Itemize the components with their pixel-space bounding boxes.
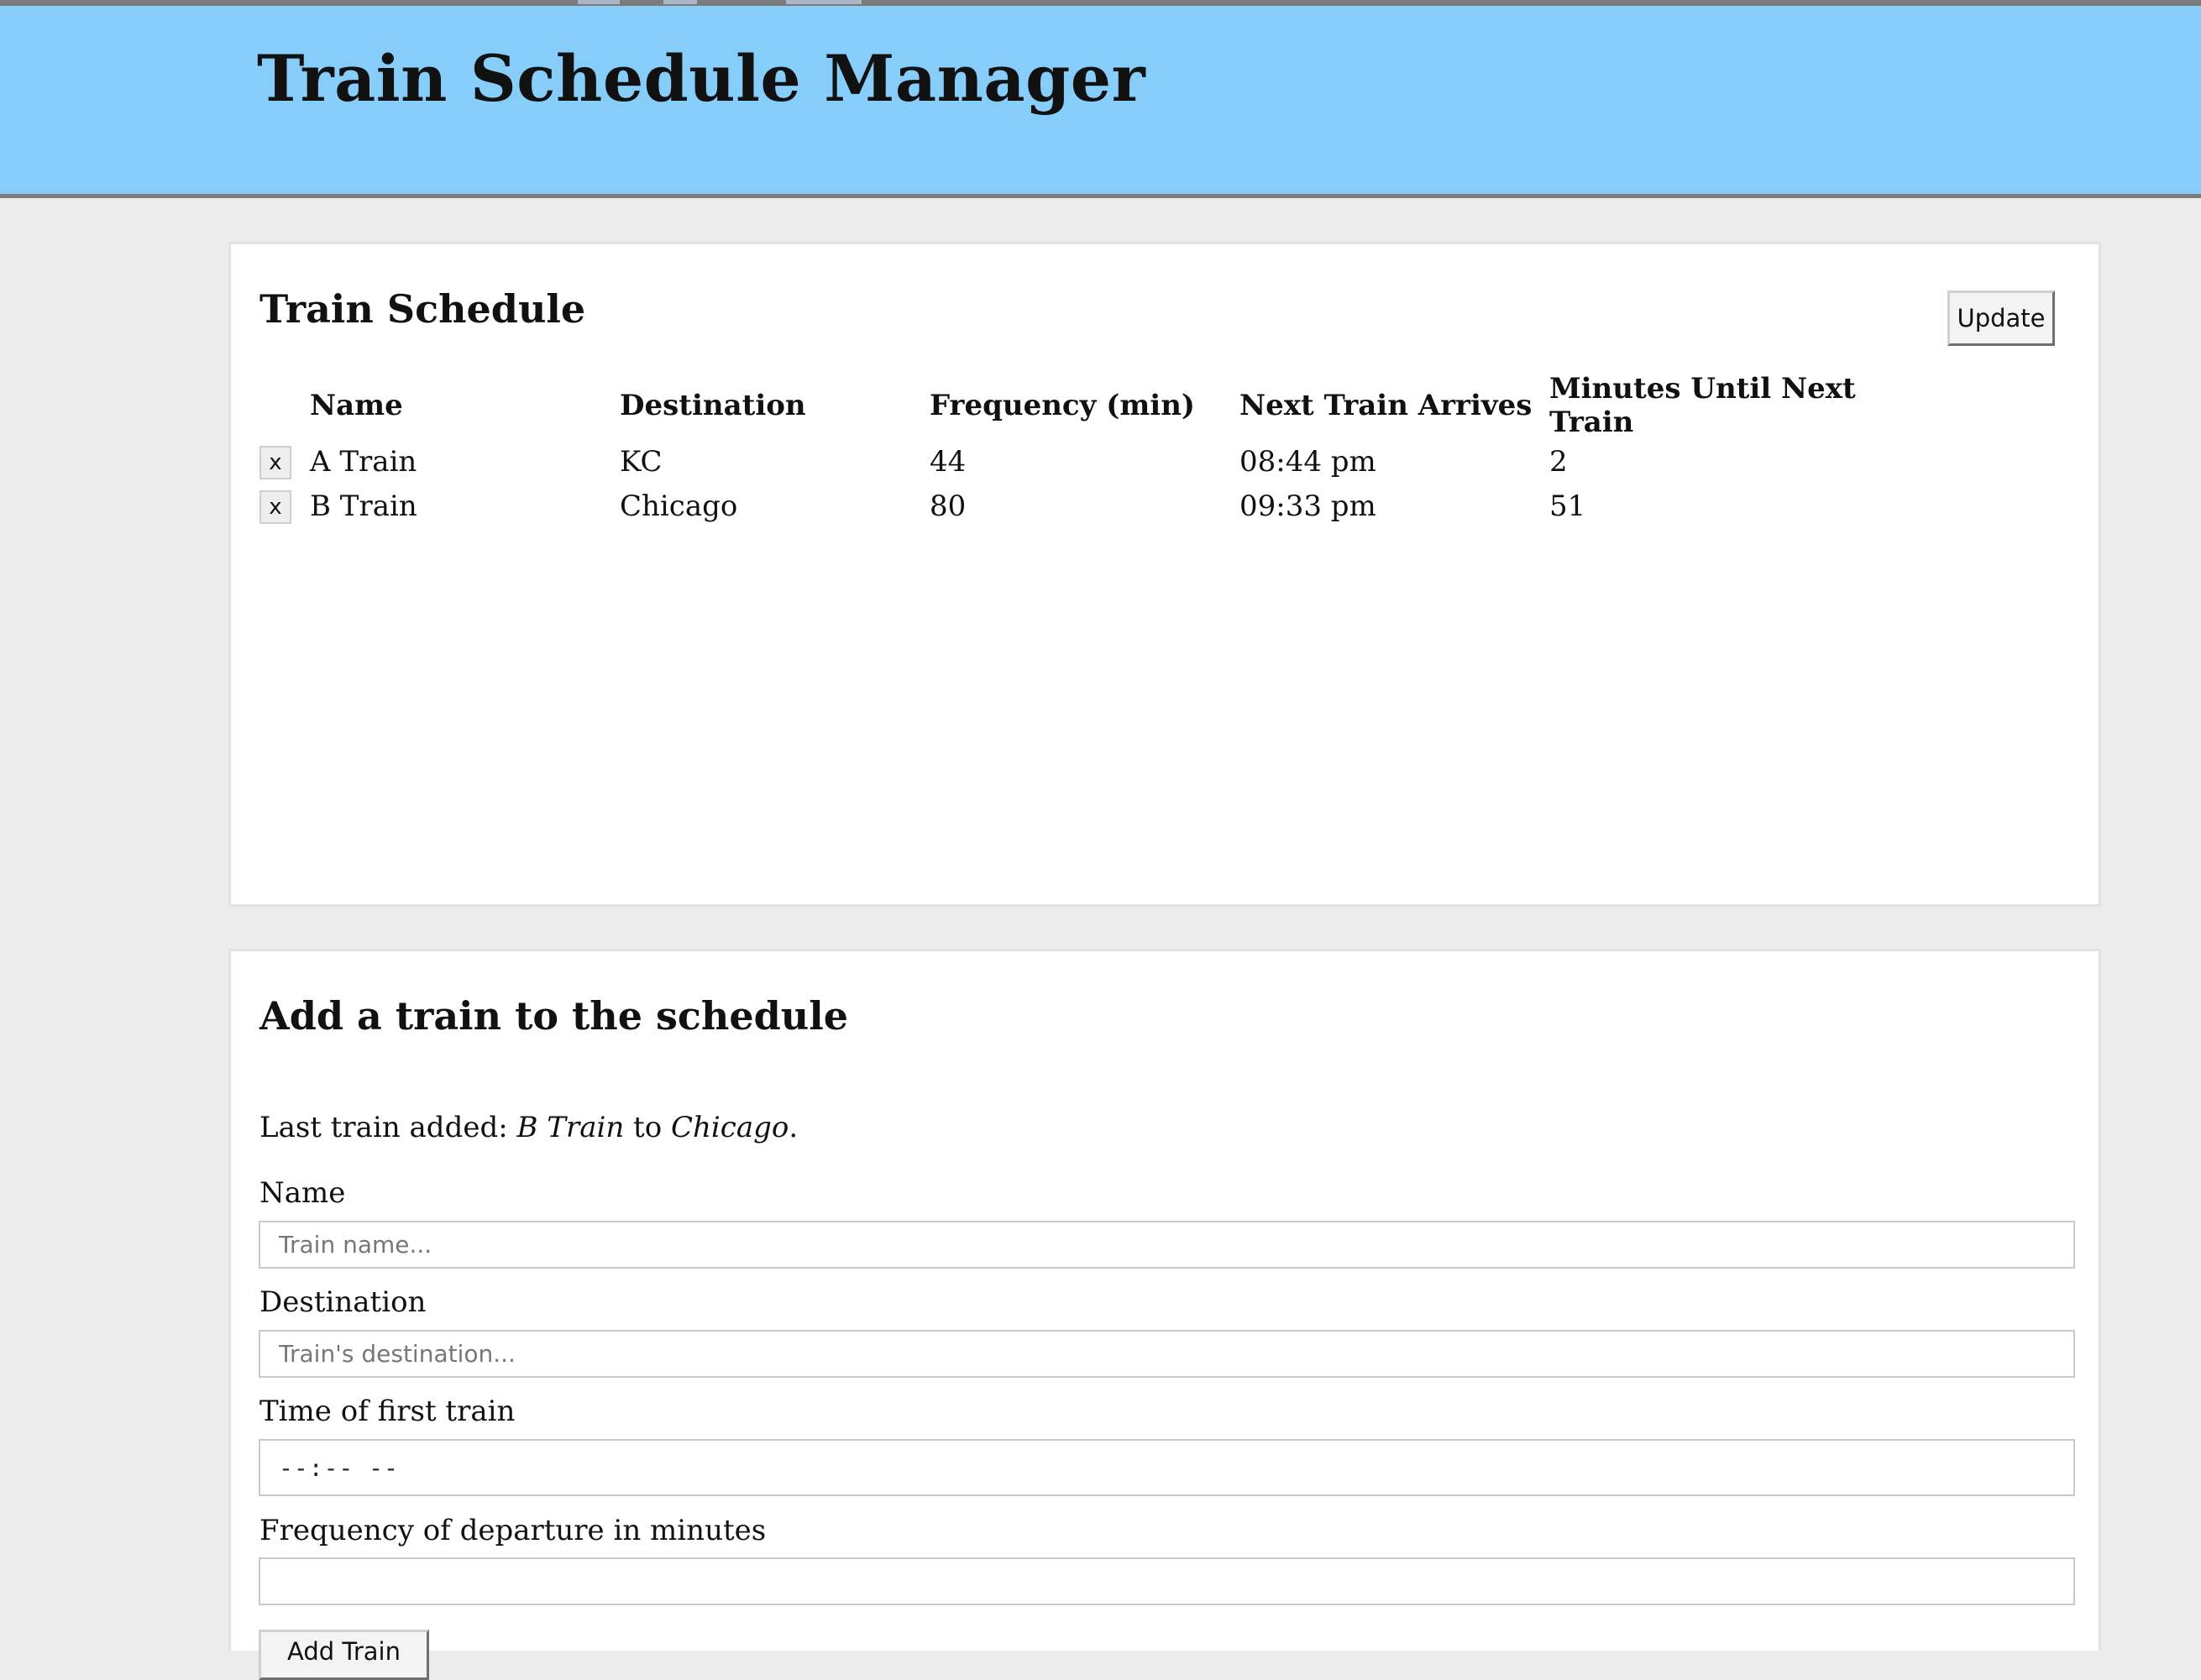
train-frequency-cell: 44 <box>930 444 967 479</box>
column-header-name: Name <box>310 389 403 422</box>
train-frequency-cell: 80 <box>930 489 967 523</box>
first-train-time-input[interactable]: --:-- -- <box>259 1439 2075 1496</box>
name-label: Name <box>259 1176 346 1210</box>
train-minutes-away-cell: 51 <box>1549 489 1586 523</box>
last-added-destination: Chicago <box>671 1111 789 1144</box>
last-added-prefix: Last train added: <box>259 1111 517 1144</box>
frequency-label: Frequency of departure in minutes <box>259 1514 767 1547</box>
frequency-input[interactable] <box>259 1557 2075 1605</box>
add-train-panel: Add a train to the schedule Last train a… <box>228 949 2101 1680</box>
app-header: Train Schedule Manager <box>0 6 2201 198</box>
first-train-time-label: Time of first train <box>259 1395 516 1428</box>
last-added-connector: to <box>624 1111 671 1144</box>
train-destination-cell: KC <box>620 444 663 479</box>
schedule-panel: Train Schedule Update Name Destination F… <box>228 242 2101 907</box>
train-name-input[interactable] <box>259 1221 2075 1269</box>
table-header-row: Name Destination Frequency (min) Next Tr… <box>259 372 1919 439</box>
last-train-added: Last train added: B Train to Chicago. <box>259 1111 798 1144</box>
column-header-frequency: Frequency (min) <box>930 389 1196 422</box>
train-name-cell: A Train <box>310 444 417 479</box>
destination-input[interactable] <box>259 1330 2075 1378</box>
train-minutes-away-cell: 2 <box>1549 444 1568 479</box>
train-next-arrival-cell: 09:33 pm <box>1239 489 1376 523</box>
column-header-minutes-away: Minutes Until Next Train <box>1549 372 1856 439</box>
app-title: Train Schedule Manager <box>257 41 1146 116</box>
table-row: x A Train KC 44 08:44 pm 2 <box>259 439 1919 484</box>
last-added-train-name: B Train <box>516 1111 625 1144</box>
train-next-arrival-cell: 08:44 pm <box>1239 444 1376 479</box>
last-added-suffix: . <box>789 1111 799 1144</box>
train-name-cell: B Train <box>310 489 417 523</box>
train-destination-cell: Chicago <box>620 489 738 523</box>
update-button[interactable]: Update <box>1947 290 2055 346</box>
column-header-next-arrival: Next Train Arrives <box>1239 389 1533 422</box>
schedule-table: Name Destination Frequency (min) Next Tr… <box>259 372 1919 528</box>
browser-top-strip <box>0 0 2201 6</box>
delete-train-button[interactable]: x <box>259 490 291 524</box>
column-header-actions <box>259 372 310 439</box>
table-row: x B Train Chicago 80 09:33 pm 51 <box>259 484 1919 528</box>
destination-label: Destination <box>259 1285 427 1319</box>
schedule-heading: Train Schedule <box>259 286 586 332</box>
column-header-destination: Destination <box>620 389 806 422</box>
add-train-button[interactable]: Add Train <box>259 1630 429 1680</box>
add-train-heading: Add a train to the schedule <box>259 993 848 1039</box>
delete-train-button[interactable]: x <box>259 446 291 479</box>
